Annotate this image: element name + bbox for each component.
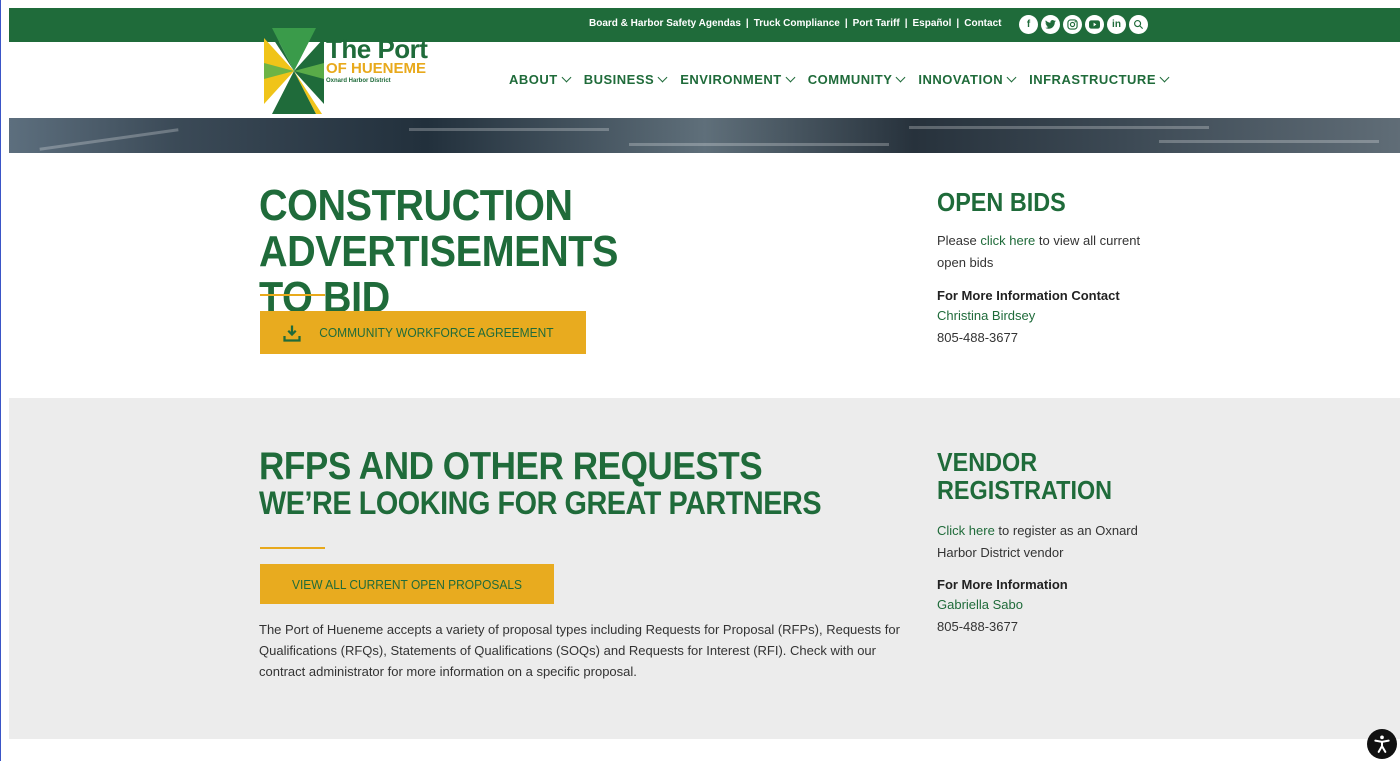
logo-subtitle: OF HUENEME bbox=[326, 60, 427, 77]
nav-item-environment[interactable]: ENVIRONMENT bbox=[680, 72, 796, 87]
community-workforce-agreement-button[interactable]: COMMUNITY WORKFORCE AGREEMENT bbox=[260, 311, 586, 354]
logo-tagline: Oxnard Harbor District bbox=[326, 78, 391, 84]
open-bids-link[interactable]: click here bbox=[980, 233, 1035, 248]
linkedin-icon[interactable]: in bbox=[1107, 15, 1126, 34]
open-bids-contact: Christina Birdsey 805-488-3677 bbox=[937, 305, 1035, 349]
social-icons: f in bbox=[1019, 15, 1148, 34]
view-open-proposals-button[interactable]: VIEW ALL CURRENT OPEN PROPOSALS bbox=[260, 564, 554, 604]
main-nav: ABOUT BUSINESS ENVIRONMENT COMMUNITY INN… bbox=[509, 72, 1170, 87]
logo-mark-icon bbox=[264, 28, 324, 114]
vendor-registration-heading: VENDOR REGISTRATION bbox=[937, 447, 1113, 505]
vendor-contact: Gabriella Sabo 805-488-3677 bbox=[937, 594, 1023, 638]
utility-link-port-tariff[interactable]: Port Tariff bbox=[853, 18, 900, 29]
nav-item-community[interactable]: COMMUNITY bbox=[808, 72, 906, 87]
open-bids-contact-heading: For More Information Contact bbox=[937, 288, 1120, 303]
utility-link-agendas[interactable]: Board & Harbor Safety Agendas bbox=[589, 18, 741, 29]
nav-item-innovation[interactable]: INNOVATION bbox=[918, 72, 1017, 87]
nav-item-infrastructure[interactable]: INFRASTRUCTURE bbox=[1029, 72, 1170, 87]
contact-name-link[interactable]: Christina Birdsey bbox=[937, 308, 1035, 323]
utility-link-espanol[interactable]: Español bbox=[913, 18, 952, 29]
open-bids-heading: OPEN BIDS bbox=[937, 187, 1066, 217]
construction-section: CONSTRUCTION ADVERTISEMENTS TO BID COMMU… bbox=[9, 153, 1400, 398]
chevron-down-icon bbox=[895, 72, 906, 83]
accessibility-button[interactable] bbox=[1367, 729, 1397, 759]
contact-phone: 805-488-3677 bbox=[937, 330, 1018, 345]
chevron-down-icon bbox=[1159, 72, 1170, 83]
harbor-banner-image bbox=[9, 118, 1400, 153]
twitter-icon[interactable] bbox=[1041, 15, 1060, 34]
accessibility-icon bbox=[1374, 735, 1390, 753]
vendor-contact-name-link[interactable]: Gabriella Sabo bbox=[937, 597, 1023, 612]
logo-title: The Port bbox=[326, 34, 428, 64]
search-icon[interactable] bbox=[1129, 15, 1148, 34]
vendor-contact-phone: 805-488-3677 bbox=[937, 619, 1018, 634]
utility-link-contact[interactable]: Contact bbox=[964, 18, 1001, 29]
rfps-section: RFPS AND OTHER REQUESTS WE’RE LOOKING FO… bbox=[9, 398, 1400, 739]
vendor-contact-heading: For More Information bbox=[937, 577, 1068, 592]
construction-heading: CONSTRUCTION ADVERTISEMENTS TO BID bbox=[259, 181, 618, 322]
chevron-down-icon bbox=[561, 72, 572, 83]
chevron-down-icon bbox=[657, 72, 668, 83]
nav-item-about[interactable]: ABOUT bbox=[509, 72, 572, 87]
instagram-icon[interactable] bbox=[1063, 15, 1082, 34]
facebook-icon[interactable]: f bbox=[1019, 15, 1038, 34]
chevron-down-icon bbox=[785, 72, 796, 83]
open-bids-text: Please click here to view all current op… bbox=[937, 233, 1141, 270]
rfps-description: The Port of Hueneme accepts a variety of… bbox=[259, 622, 900, 679]
download-icon bbox=[283, 325, 301, 342]
utility-links: Board & Harbor Safety Agendas | Truck Comp… bbox=[589, 18, 1002, 29]
vendor-register-link[interactable]: Click here bbox=[937, 523, 995, 538]
utility-bar: Board & Harbor Safety Agendas | Truck Comp… bbox=[9, 8, 1400, 42]
nav-item-business[interactable]: BUSINESS bbox=[584, 72, 668, 87]
utility-link-truck-compliance[interactable]: Truck Compliance bbox=[754, 18, 840, 29]
port-logo[interactable]: The Port OF HUENEME Oxnard Harbor Distri… bbox=[264, 28, 434, 114]
vendor-registration-text: Click here to register as an Oxnard Harb… bbox=[937, 523, 1138, 560]
page-frame: Board & Harbor Safety Agendas | Truck Comp… bbox=[0, 0, 1400, 761]
gold-rule bbox=[260, 294, 325, 296]
site-header: The Port OF HUENEME Oxnard Harbor Distri… bbox=[9, 28, 1400, 118]
chevron-down-icon bbox=[1006, 72, 1017, 83]
rfps-heading: RFPS AND OTHER REQUESTS WE’RE LOOKING FO… bbox=[259, 445, 822, 521]
youtube-icon[interactable] bbox=[1085, 15, 1104, 34]
gold-rule bbox=[260, 547, 325, 549]
